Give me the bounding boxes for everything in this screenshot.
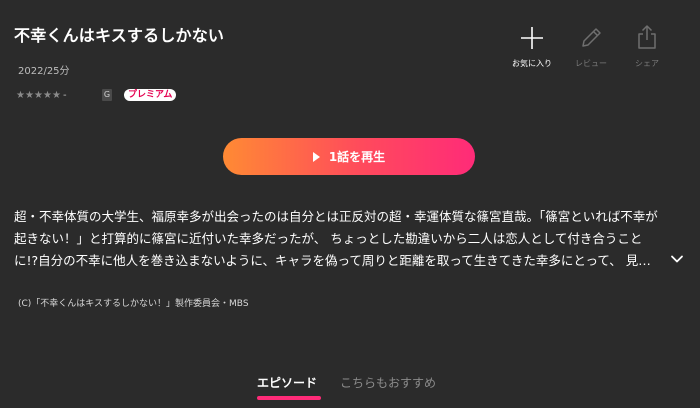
age-rating-badge: G (102, 89, 112, 101)
expand-description-button[interactable] (670, 250, 684, 263)
play-episode-1-button[interactable]: 1話を再生 (223, 138, 475, 175)
star-icon: ★ (34, 89, 43, 101)
share-label: シェア (635, 59, 659, 68)
share-icon (617, 24, 677, 50)
star-icon: ★ (25, 89, 34, 101)
star-icon: ★ (52, 89, 61, 101)
meta-year-duration: 2022/25分 (18, 66, 70, 77)
star-rating: ★ ★ ★ ★ ★ (16, 90, 61, 101)
play-button-label: 1話を再生 (328, 150, 386, 164)
content-tabs: エピソード こちらもおすすめ (0, 374, 700, 408)
review-label: レビュー (575, 59, 607, 68)
action-bar: お気に入り レビュー シェア (505, 24, 685, 70)
review-button[interactable]: レビュー (561, 24, 621, 69)
premium-badge: プレミアム (124, 89, 177, 101)
tab-recommended[interactable]: こちらもおすすめ (340, 374, 436, 399)
star-icon: ★ (16, 89, 25, 101)
favorite-label: お気に入り (512, 59, 552, 68)
share-button[interactable]: シェア (617, 24, 677, 69)
description-line: 起きない！」と打算的に篠宮に近付いた幸多だったが、 ちょっとした勘違いから二人は… (14, 231, 643, 246)
favorite-button[interactable]: お気に入り (502, 24, 562, 69)
chevron-down-icon (671, 255, 683, 263)
description-line: に!?自分の不幸に他人を巻き込まないように、キャラを偽って周りと距離を取って生き… (14, 253, 651, 268)
pencil-icon (561, 24, 621, 50)
description-line: 超・不幸体質の大学生、福原幸多が出会ったのは自分とは正反対の超・幸運体質な篠宮直… (14, 209, 658, 224)
star-icon: ★ (43, 89, 52, 101)
play-icon (312, 151, 320, 162)
page-title: 不幸くんはキスするしかない (14, 26, 225, 45)
active-tab-indicator (257, 396, 321, 400)
plus-icon (502, 24, 562, 50)
rating-value: - (63, 89, 67, 101)
rating: ★ ★ ★ ★ ★ - (16, 88, 67, 102)
description: 超・不幸体質の大学生、福原幸多が出会ったのは自分とは正反対の超・幸運体質な篠宮直… (14, 206, 664, 272)
copyright-notice: (C)「不幸くんはキスするしかない！」製作委員会・MBS (18, 299, 249, 309)
